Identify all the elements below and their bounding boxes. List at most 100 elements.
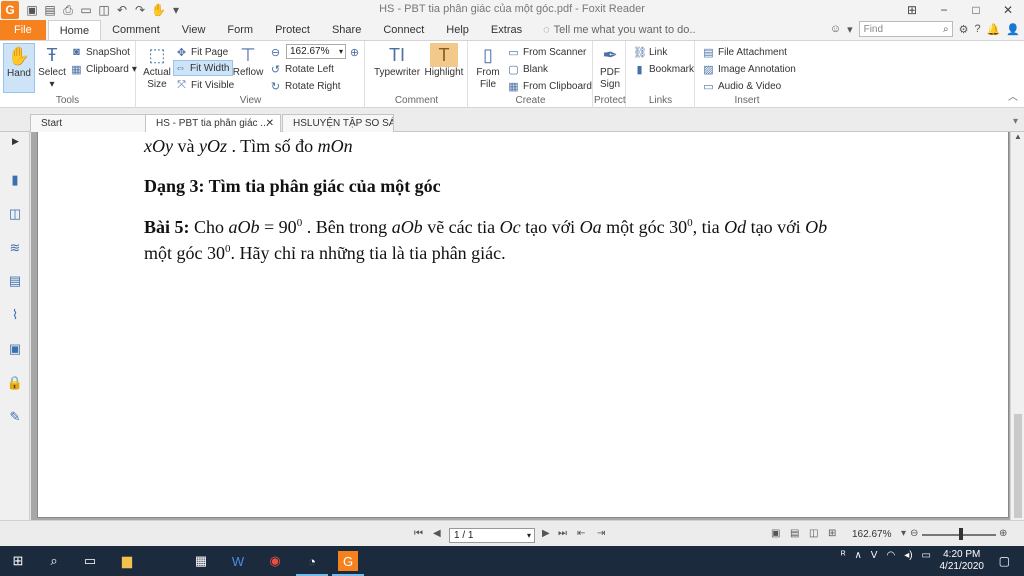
status-zoom-out-icon[interactable]: ⊖ (910, 528, 918, 539)
expand-panel-icon[interactable]: ▶ (12, 136, 19, 147)
tab-file[interactable]: File (0, 20, 46, 40)
search-icon[interactable]: ⌕ (943, 24, 952, 35)
foxit-logo-icon[interactable]: G (1, 1, 19, 19)
last-page-icon[interactable]: ⏭ (558, 528, 567, 539)
notification-bell-icon[interactable]: 🔔 (987, 23, 1001, 36)
tab-help[interactable]: Help (435, 20, 480, 40)
zoom-select[interactable]: 162.67% ▾ (286, 44, 346, 59)
image-annotation-button[interactable]: ▨ Image Annotation (702, 61, 796, 77)
search-icon[interactable]: ⌕ (44, 551, 64, 571)
status-zoom-label[interactable]: 162.67% (852, 529, 891, 540)
content-panel-icon[interactable]: ✎ (7, 409, 23, 425)
tab-connect[interactable]: Connect (372, 20, 435, 40)
undo-icon[interactable]: ↶ (115, 3, 129, 18)
tab-extras[interactable]: Extras (480, 20, 533, 40)
fit-visible-button[interactable]: ⤧ Fit Visible (175, 77, 234, 93)
single-page-view-icon[interactable]: ▣ (771, 528, 780, 539)
vietnamese-input-icon[interactable]: V (871, 550, 878, 561)
first-page-icon[interactable]: ⏮ (414, 528, 423, 539)
user-account-icon[interactable]: 👤 (1006, 23, 1020, 36)
open-icon[interactable]: ▭ (79, 3, 93, 18)
layers-panel-icon[interactable]: ≋ (7, 240, 23, 256)
previous-view-icon[interactable]: ⇤ (577, 528, 585, 539)
settings-icon[interactable]: ⚙ (959, 23, 969, 36)
file-explorer-icon[interactable]: ▆ (117, 551, 137, 571)
keyboard-icon[interactable]: ▭ (922, 550, 931, 561)
customize-dropdown-icon[interactable]: ▾ (169, 3, 183, 18)
bookmarks-panel-icon[interactable]: ▮ (7, 172, 23, 188)
security-panel-icon[interactable]: 🔒 (7, 375, 23, 391)
foxit-icon[interactable]: G (332, 551, 364, 576)
attachments-panel-icon[interactable]: ⌇ (7, 307, 23, 323)
tab-protect[interactable]: Protect (264, 20, 321, 40)
highlight-button[interactable]: T Highlight (424, 43, 464, 79)
doc-tab-current[interactable]: HS - PBT tia phân giác ... ✕ (145, 114, 281, 132)
task-view-icon[interactable]: ▭ (80, 551, 100, 571)
find-input[interactable]: Find ⌕ (858, 21, 953, 37)
rotate-right-button[interactable]: ↻ Rotate Right (269, 78, 341, 94)
calculator-icon[interactable]: ▦ (191, 551, 211, 571)
bookmark-button[interactable]: ▮ Bookmark (633, 61, 694, 77)
new-icon[interactable]: ◫ (97, 3, 111, 18)
hand-icon[interactable]: ✋ (151, 3, 166, 18)
zoom-slider-knob[interactable] (959, 528, 964, 540)
people-icon[interactable]: ᴿ (841, 550, 846, 561)
tab-view[interactable]: View (171, 20, 217, 40)
close-tab-icon[interactable]: ✕ (266, 115, 274, 132)
volume-icon[interactable]: ◂) (904, 550, 912, 561)
next-view-icon[interactable]: ⇥ (597, 528, 605, 539)
fit-page-button[interactable]: ✥ Fit Page (175, 44, 228, 60)
previous-page-icon[interactable]: ◀ (433, 528, 441, 539)
tab-share[interactable]: Share (321, 20, 372, 40)
dropdown-icon[interactable]: ▾ (847, 23, 853, 36)
collapse-ribbon-icon[interactable]: ︿ (1008, 88, 1018, 103)
fit-width-button[interactable]: ⇔ Fit Width (173, 60, 234, 76)
smiley-icon[interactable]: ☺ (830, 23, 841, 35)
tell-me-box[interactable]: ◌ Tell me what you want to do.. (543, 24, 695, 36)
signatures-panel-icon[interactable]: ▣ (7, 341, 23, 357)
continuous-facing-view-icon[interactable]: ⊞ (828, 528, 836, 539)
from-file-button[interactable]: ▯ From File (473, 43, 503, 91)
messenger-icon[interactable]: ◔ (296, 551, 328, 576)
file-attachment-button[interactable]: ▤ File Attachment (702, 44, 787, 60)
tab-home[interactable]: Home (47, 20, 102, 40)
hand-button[interactable]: ✋ Hand (3, 43, 35, 93)
clock[interactable]: 4:20 PM 4/21/2020 (940, 549, 985, 573)
facing-view-icon[interactable]: ◫ (809, 528, 818, 539)
doc-tab-other[interactable]: HSLUYỆN TẬP SO SÁ... (282, 114, 394, 132)
ribbon-options-icon[interactable]: ⊞ (896, 0, 928, 20)
scroll-up-icon[interactable]: ▲ (1014, 132, 1022, 141)
close-button[interactable]: ✕ (992, 0, 1024, 20)
pdf-sign-button[interactable]: ✒ PDF Sign (595, 43, 625, 91)
save-icon[interactable]: ▣ (25, 3, 39, 18)
from-scanner-button[interactable]: ▭ From Scanner (507, 44, 586, 60)
doc-tab-start[interactable]: Start (30, 114, 146, 132)
rotate-left-button[interactable]: ↺ Rotate Left (269, 61, 334, 77)
select-button[interactable]: Ŧ Select ▾ (37, 43, 67, 91)
maximize-button[interactable]: □ (960, 0, 992, 20)
vertical-scrollbar[interactable]: ▲ (1010, 132, 1024, 520)
link-button[interactable]: ⛓ Link (633, 44, 667, 60)
comments-panel-icon[interactable]: ▤ (7, 273, 23, 289)
page-number-select[interactable]: 1 / 1 ▾ (449, 528, 535, 543)
status-zoom-dropdown-icon[interactable]: ▾ (901, 528, 906, 539)
scrollbar-thumb[interactable] (1014, 414, 1022, 518)
clipboard-button[interactable]: ▦ Clipboard ▾ (70, 61, 137, 77)
windows-start-icon[interactable]: ⊞ (8, 551, 28, 571)
help-icon[interactable]: ? (974, 23, 980, 35)
wifi-icon[interactable]: ◠ (886, 550, 895, 561)
typewriter-button[interactable]: TI Typewriter (374, 43, 420, 79)
snapshot-button[interactable]: ◙ SnapShot (70, 44, 130, 60)
tab-list-icon[interactable]: ▾ (1013, 116, 1018, 127)
audio-video-button[interactable]: ▭ Audio & Video (702, 78, 781, 94)
blank-button[interactable]: ▢ Blank (507, 61, 548, 77)
action-center-icon[interactable]: ▢ (999, 554, 1010, 568)
actual-size-button[interactable]: ⬚ Actual Size (140, 43, 174, 91)
save-as-icon[interactable]: ▤ (43, 3, 57, 18)
from-clipboard-button[interactable]: ▦ From Clipboard (507, 78, 592, 94)
continuous-view-icon[interactable]: ▤ (790, 528, 799, 539)
chrome-icon[interactable]: ◉ (265, 551, 285, 571)
word-icon[interactable]: W (228, 551, 248, 571)
minimize-button[interactable]: − (928, 0, 960, 20)
redo-icon[interactable]: ↷ (133, 3, 147, 18)
